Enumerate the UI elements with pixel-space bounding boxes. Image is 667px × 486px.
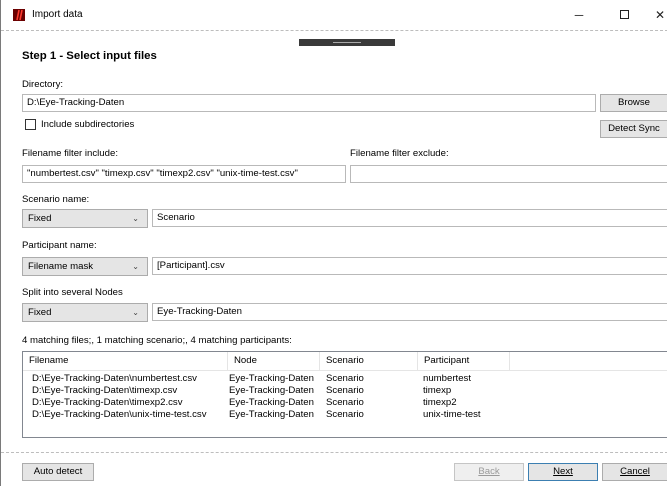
filter-include-label: Filename filter include: <box>22 148 118 159</box>
directory-label: Directory: <box>22 79 64 90</box>
column-header-node[interactable]: Node <box>228 352 320 371</box>
nodes-name-input[interactable]: Eye-Tracking-Daten <box>152 303 667 321</box>
column-header-scenario[interactable]: Scenario <box>320 352 418 371</box>
import-data-window: Import data ─ ✕ Step 1 - Select input fi… <box>0 0 667 486</box>
window-title: Import data <box>32 9 83 20</box>
browse-button[interactable]: Browse <box>600 94 667 112</box>
cell-node: Eye-Tracking-Daten <box>229 397 314 408</box>
title-bar[interactable]: Import data ─ ✕ <box>1 0 667 30</box>
cell-participant: numbertest <box>423 373 471 384</box>
cell-scenario: Scenario <box>326 385 364 396</box>
filter-include-input[interactable]: "numbertest.csv" "timexp.csv" "timexp2.c… <box>22 165 346 183</box>
table-row[interactable]: D:\Eye-Tracking-Daten\numbertest.csv Eye… <box>23 373 667 385</box>
chevron-down-icon: ⌄ <box>132 308 139 317</box>
cell-scenario: Scenario <box>326 397 364 408</box>
participant-label: Participant name: <box>22 240 97 251</box>
step-title: Step 1 - Select input files <box>22 50 157 62</box>
cell-node: Eye-Tracking-Daten <box>229 385 314 396</box>
app-logo-icon <box>13 9 25 21</box>
next-button[interactable]: Next <box>528 463 598 481</box>
cell-participant: timexp <box>423 385 452 396</box>
maximize-button[interactable] <box>614 6 634 24</box>
cancel-button[interactable]: Cancel <box>602 463 667 481</box>
table-row[interactable]: D:\Eye-Tracking-Daten\timexp2.csv Eye-Tr… <box>23 397 667 409</box>
cell-filename: D:\Eye-Tracking-Daten\unix-time-test.csv <box>32 409 207 420</box>
scenario-mode-select[interactable]: Fixed ⌄ <box>22 209 148 228</box>
scenario-name-input[interactable]: Scenario <box>152 209 667 227</box>
cell-scenario: Scenario <box>326 409 364 420</box>
minimize-button[interactable]: ─ <box>569 6 589 24</box>
drag-grip-handle[interactable] <box>299 39 395 46</box>
table-row[interactable]: D:\Eye-Tracking-Daten\timexp.csv Eye-Tra… <box>23 385 667 397</box>
nodes-label: Split into several Nodes <box>22 287 123 298</box>
cell-filename: D:\Eye-Tracking-Daten\timexp.csv <box>32 385 178 396</box>
cell-node: Eye-Tracking-Daten <box>229 409 314 420</box>
chevron-down-icon: ⌄ <box>132 262 139 271</box>
cell-node: Eye-Tracking-Daten <box>229 373 314 384</box>
detect-sync-button[interactable]: Detect Sync <box>600 120 667 138</box>
maximize-icon <box>619 10 629 19</box>
back-button[interactable]: Back <box>454 463 524 481</box>
column-header-participant[interactable]: Participant <box>418 352 510 371</box>
title-separator <box>1 30 667 31</box>
footer-separator <box>1 452 667 453</box>
matching-summary: 4 matching files;, 1 matching scenario;,… <box>22 335 292 346</box>
cell-filename: D:\Eye-Tracking-Daten\numbertest.csv <box>32 373 197 384</box>
nodes-mode-select[interactable]: Fixed ⌄ <box>22 303 148 322</box>
participant-mode-select[interactable]: Filename mask ⌄ <box>22 257 148 276</box>
table-row[interactable]: D:\Eye-Tracking-Daten\unix-time-test.csv… <box>23 409 667 421</box>
auto-detect-button[interactable]: Auto detect <box>22 463 94 481</box>
participant-name-input[interactable]: [Participant].csv <box>152 257 667 275</box>
cell-scenario: Scenario <box>326 373 364 384</box>
include-subdirectories-label[interactable]: Include subdirectories <box>41 119 134 130</box>
minimize-icon: ─ <box>574 8 584 22</box>
include-subdirectories-checkbox[interactable] <box>25 119 36 130</box>
filter-exclude-input[interactable] <box>350 165 667 183</box>
cell-participant: timexp2 <box>423 397 457 408</box>
cell-participant: unix-time-test <box>423 409 481 420</box>
scenario-label: Scenario name: <box>22 194 90 205</box>
participant-mode-value: Filename mask <box>28 261 94 272</box>
cell-filename: D:\Eye-Tracking-Daten\timexp2.csv <box>32 397 183 408</box>
table-header: Filename Node Scenario Participant <box>23 352 667 371</box>
close-button[interactable]: ✕ <box>650 6 667 24</box>
matching-files-table[interactable]: Filename Node Scenario Participant D:\Ey… <box>22 351 667 438</box>
nodes-mode-value: Fixed <box>28 307 52 318</box>
scenario-mode-value: Fixed <box>28 213 52 224</box>
chevron-down-icon: ⌄ <box>132 214 139 223</box>
directory-input[interactable]: D:\Eye-Tracking-Daten <box>22 94 596 112</box>
close-icon: ✕ <box>654 8 666 22</box>
column-header-filename[interactable]: Filename <box>23 352 228 371</box>
filter-exclude-label: Filename filter exclude: <box>350 148 449 159</box>
